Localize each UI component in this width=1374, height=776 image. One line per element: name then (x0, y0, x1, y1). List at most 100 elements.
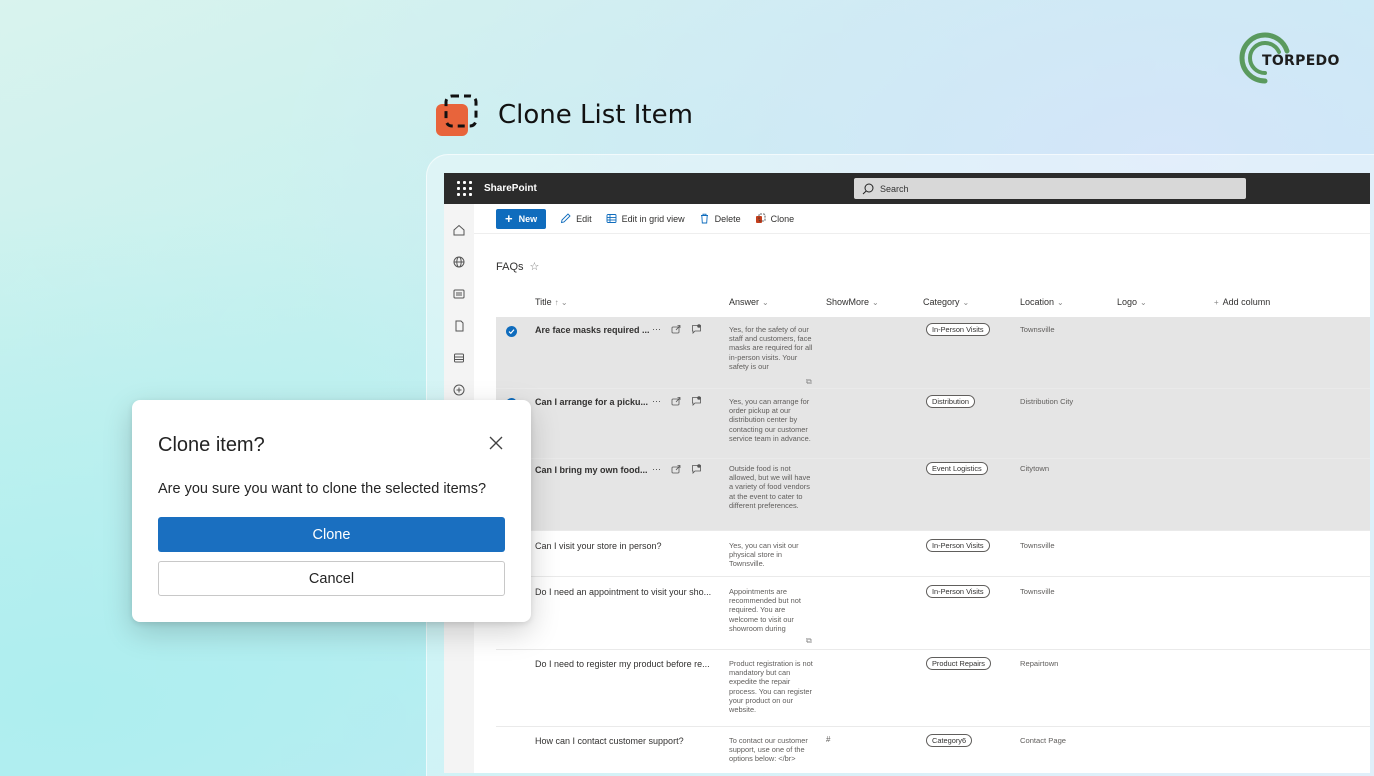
column-header-showmore[interactable]: ShowMore ⌄ (826, 297, 879, 307)
row-location: Townsville (1020, 325, 1055, 334)
row-title[interactable]: Are face masks required ... (535, 325, 650, 335)
col-location-label: Location (1020, 297, 1055, 307)
table-row[interactable]: Can I visit your store in person? Yes, y… (496, 531, 1370, 577)
column-header-category[interactable]: Category ⌄ (923, 297, 969, 307)
comment-icon[interactable] (691, 324, 702, 334)
news-icon[interactable] (444, 278, 474, 310)
row-title[interactable]: Can I arrange for a picku... (535, 397, 648, 407)
table-row[interactable]: Do I need to register my product before … (496, 650, 1370, 727)
app-name: SharePoint (484, 183, 537, 194)
row-location: Citytown (1020, 464, 1050, 473)
home-icon[interactable] (444, 214, 474, 246)
edit-grid-button[interactable]: Edit in grid view (606, 213, 685, 224)
row-answer: To contact our customer support, use one… (729, 736, 808, 764)
sharepoint-window: SharePoint Search + New Edit Edit in grid… (444, 173, 1370, 773)
row-title[interactable]: Can I visit your store in person? (535, 541, 662, 551)
category-pill: In-Person Visits (926, 539, 990, 552)
edit-button[interactable]: Edit (560, 213, 592, 224)
page-title: Clone List Item (498, 100, 693, 130)
edit-label: Edit (576, 213, 592, 224)
more-options-icon[interactable]: ··· (652, 396, 661, 406)
delete-label: Delete (714, 213, 741, 224)
table-row[interactable]: Are face masks required ... ··· Yes, for… (496, 317, 1370, 389)
row-title[interactable]: How can I contact customer support? (535, 736, 684, 746)
list-title: FAQs ☆ (496, 260, 540, 274)
more-options-icon[interactable]: ··· (652, 464, 661, 474)
favorite-star-icon[interactable]: ☆ (530, 260, 540, 273)
chevron-down-icon: ⌄ (1140, 298, 1147, 307)
chevron-down-icon: ⌄ (872, 298, 879, 307)
list-title-text: FAQs (496, 260, 524, 273)
search-icon (862, 183, 874, 194)
row-answer: Yes, you can arrange for order pickup at… (729, 397, 811, 443)
row-actions: ··· (652, 464, 702, 474)
clone-label: Clone (770, 213, 795, 224)
dialog-title: Clone item? (158, 434, 265, 456)
document-icon[interactable] (444, 310, 474, 342)
share-icon[interactable] (671, 464, 681, 474)
grid-icon (606, 214, 617, 223)
column-header-answer[interactable]: Answer ⌄ (729, 297, 769, 307)
row-title[interactable]: Do I need an appointment to visit your s… (535, 587, 711, 597)
comment-icon[interactable] (691, 464, 702, 474)
cancel-button[interactable]: Cancel (158, 561, 505, 596)
share-icon[interactable] (671, 324, 681, 334)
add-column-button[interactable]: + Add column (1214, 297, 1270, 307)
col-showmore-label: ShowMore (826, 297, 870, 307)
waffle-icon (456, 181, 472, 196)
edit-grid-label: Edit in grid view (621, 213, 685, 224)
column-header-logo[interactable]: Logo ⌄ (1117, 297, 1147, 307)
chevron-down-icon: ⌄ (1057, 298, 1064, 307)
app-launcher-button[interactable] (444, 173, 484, 204)
close-icon[interactable] (487, 434, 505, 452)
torpedo-logo: TORPEDO (1238, 31, 1358, 85)
row-actions: ··· (652, 324, 702, 334)
clone-icon (755, 213, 766, 223)
comment-icon[interactable] (691, 396, 702, 406)
row-title[interactable]: Can I bring my own food... (535, 465, 648, 475)
search-placeholder: Search (880, 183, 909, 194)
plus-icon: + (1214, 298, 1219, 307)
column-header-location[interactable]: Location ⌄ (1020, 297, 1064, 307)
table-row[interactable]: How can I contact customer support? To c… (496, 727, 1370, 773)
chevron-down-icon: ⌄ (962, 298, 970, 307)
row-location: Townsville (1020, 587, 1055, 596)
logo-text: TORPEDO (1262, 53, 1340, 69)
category-pill: In-Person Visits (926, 585, 990, 598)
chevron-down-icon: ⌄ (762, 298, 769, 307)
open-external-icon[interactable]: ⧉ (806, 377, 812, 387)
category-pill: Event Logistics (926, 462, 988, 475)
table-row[interactable]: Do I need an appointment to visit your s… (496, 577, 1370, 650)
trash-icon (700, 213, 708, 224)
category-pill: Category6 (926, 734, 973, 747)
globe-icon[interactable] (444, 246, 474, 278)
search-input[interactable]: Search (854, 178, 1246, 199)
table-row[interactable]: Can I bring my own food... ··· Outside f… (496, 459, 1370, 531)
checkmark-icon[interactable] (506, 326, 517, 337)
row-answer: Yes, you can visit our physical store in… (729, 541, 799, 569)
suite-bar: SharePoint Search (444, 173, 1370, 204)
sort-up-icon: ↑ ⌄ (554, 298, 568, 307)
confirm-clone-button[interactable]: Clone (158, 517, 505, 552)
row-answer: Yes, for the safety of our staff and cus… (729, 325, 813, 371)
more-options-icon[interactable]: ··· (652, 324, 661, 334)
row-location: Distribution City (1020, 397, 1074, 406)
plus-icon: + (505, 211, 513, 226)
row-location: Repairtown (1020, 659, 1059, 668)
row-showmore: # (826, 735, 831, 744)
new-label: New (518, 213, 538, 224)
list-icon[interactable] (444, 342, 474, 374)
new-button[interactable]: + New (496, 208, 547, 229)
category-pill: Distribution (926, 395, 975, 408)
share-icon[interactable] (671, 396, 681, 406)
delete-button[interactable]: Delete (699, 213, 741, 224)
clone-app-icon (436, 94, 480, 138)
open-external-icon[interactable]: ⧉ (806, 636, 812, 646)
row-title[interactable]: Do I need to register my product before … (535, 659, 710, 669)
clone-dialog: Clone item? Are you sure you want to clo… (132, 400, 531, 622)
add-column-label: Add column (1222, 297, 1271, 307)
clone-button[interactable]: Clone (755, 213, 795, 224)
column-header-title[interactable]: Title ↑ ⌄ (535, 297, 568, 307)
table-row[interactable]: Can I arrange for a picku... ··· Yes, yo… (496, 389, 1370, 459)
col-category-label: Category (923, 297, 960, 307)
